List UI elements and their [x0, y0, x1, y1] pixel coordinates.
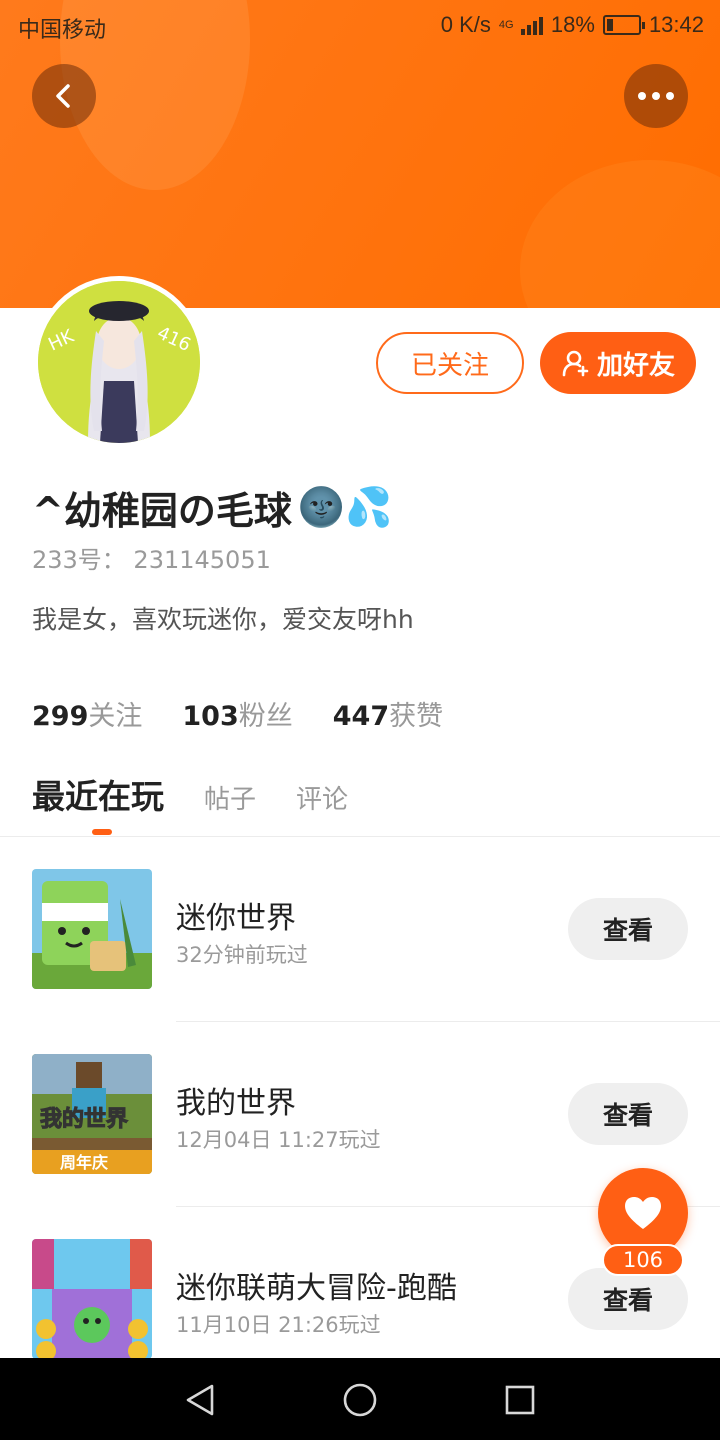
system-nav-bar	[0, 1358, 720, 1440]
game-icon: 我的世界 周年庆	[32, 1054, 152, 1174]
more-button[interactable]	[624, 64, 688, 128]
nav-recents-button[interactable]	[498, 1378, 542, 1422]
clock: 13:42	[648, 12, 704, 37]
signal-icon	[520, 15, 543, 35]
carrier-name: 中国移动	[18, 17, 107, 42]
list-item[interactable]: 迷你世界 32分钟前玩过 查看	[0, 869, 720, 1054]
heart-icon	[625, 1197, 661, 1229]
thumb-badge: 周年庆	[60, 1153, 108, 1172]
banner-decoration	[520, 160, 720, 308]
profile-stats: 299关注 103粉丝 447获赞	[32, 694, 443, 733]
nav-back-button[interactable]	[178, 1378, 222, 1422]
stat-label: 获赞	[389, 701, 444, 732]
profile-tabs: 最近在玩 帖子 评论	[32, 770, 348, 818]
battery-percent: 18%	[550, 12, 595, 37]
user-id: 233号： 231145051	[32, 546, 271, 574]
add-friend-label: 加好友	[596, 350, 675, 381]
username-emoji: 🌚💦	[297, 485, 393, 529]
game-name: 我的世界	[176, 1086, 296, 1121]
tab-indicator	[92, 829, 112, 835]
tab-recently-played[interactable]: 最近在玩	[32, 770, 164, 818]
like-count: 106	[602, 1244, 684, 1276]
triangle-back-icon	[186, 1384, 214, 1416]
avatar-illustration: HK 416	[38, 281, 200, 443]
stat-value: 299	[32, 701, 89, 732]
stat-value: 103	[182, 701, 239, 732]
game-last-played: 32分钟前玩过	[176, 943, 308, 967]
username: ^幼稚园の毛球 🌚💦	[32, 480, 392, 535]
stat-label: 关注	[88, 701, 143, 732]
circle-home-icon	[343, 1383, 377, 1417]
stat-fans[interactable]: 103粉丝	[182, 694, 292, 733]
avatar[interactable]: HK 416	[33, 276, 205, 448]
thumb-title: 我的世界	[40, 1106, 128, 1132]
network-type: 4G	[498, 19, 514, 31]
tab-posts[interactable]: 帖子	[204, 779, 256, 816]
chevron-left-icon	[56, 84, 70, 108]
stat-likes[interactable]: 447获赞	[333, 694, 443, 733]
net-speed: 0 K/s	[440, 12, 491, 37]
game-name: 迷你世界	[176, 901, 296, 936]
status-bar: 中国移动 0 K/s 4G 18% 13:42	[0, 0, 720, 50]
back-button[interactable]	[32, 64, 96, 128]
view-button[interactable]: 查看	[568, 1268, 688, 1330]
game-icon	[32, 1239, 152, 1359]
game-last-played: 12月04日 11:27玩过	[176, 1128, 381, 1152]
view-button[interactable]: 查看	[568, 898, 688, 960]
followed-button[interactable]: 已关注	[376, 332, 524, 394]
username-text: ^幼稚园の毛球	[32, 489, 292, 533]
divider	[0, 836, 720, 837]
add-user-icon	[562, 350, 589, 377]
stat-value: 447	[332, 701, 390, 732]
more-dots-icon	[638, 92, 674, 100]
game-last-played: 11月10日 21:26玩过	[176, 1313, 381, 1337]
square-recents-icon	[505, 1385, 535, 1415]
battery-icon	[602, 15, 645, 35]
nav-home-button[interactable]	[338, 1378, 382, 1422]
divider	[176, 1021, 720, 1022]
user-bio: 我是女，喜欢玩迷你，爱交友呀hh	[32, 605, 414, 634]
tab-comments[interactable]: 评论	[296, 779, 348, 816]
view-button[interactable]: 查看	[568, 1083, 688, 1145]
game-icon	[32, 869, 152, 989]
stat-following[interactable]: 299关注	[32, 694, 142, 733]
avatar-image: HK 416	[38, 281, 200, 443]
stat-label: 粉丝	[238, 701, 293, 732]
game-name: 迷你联萌大冒险-跑酷	[176, 1271, 457, 1306]
add-friend-button[interactable]: 加好友	[540, 332, 696, 394]
